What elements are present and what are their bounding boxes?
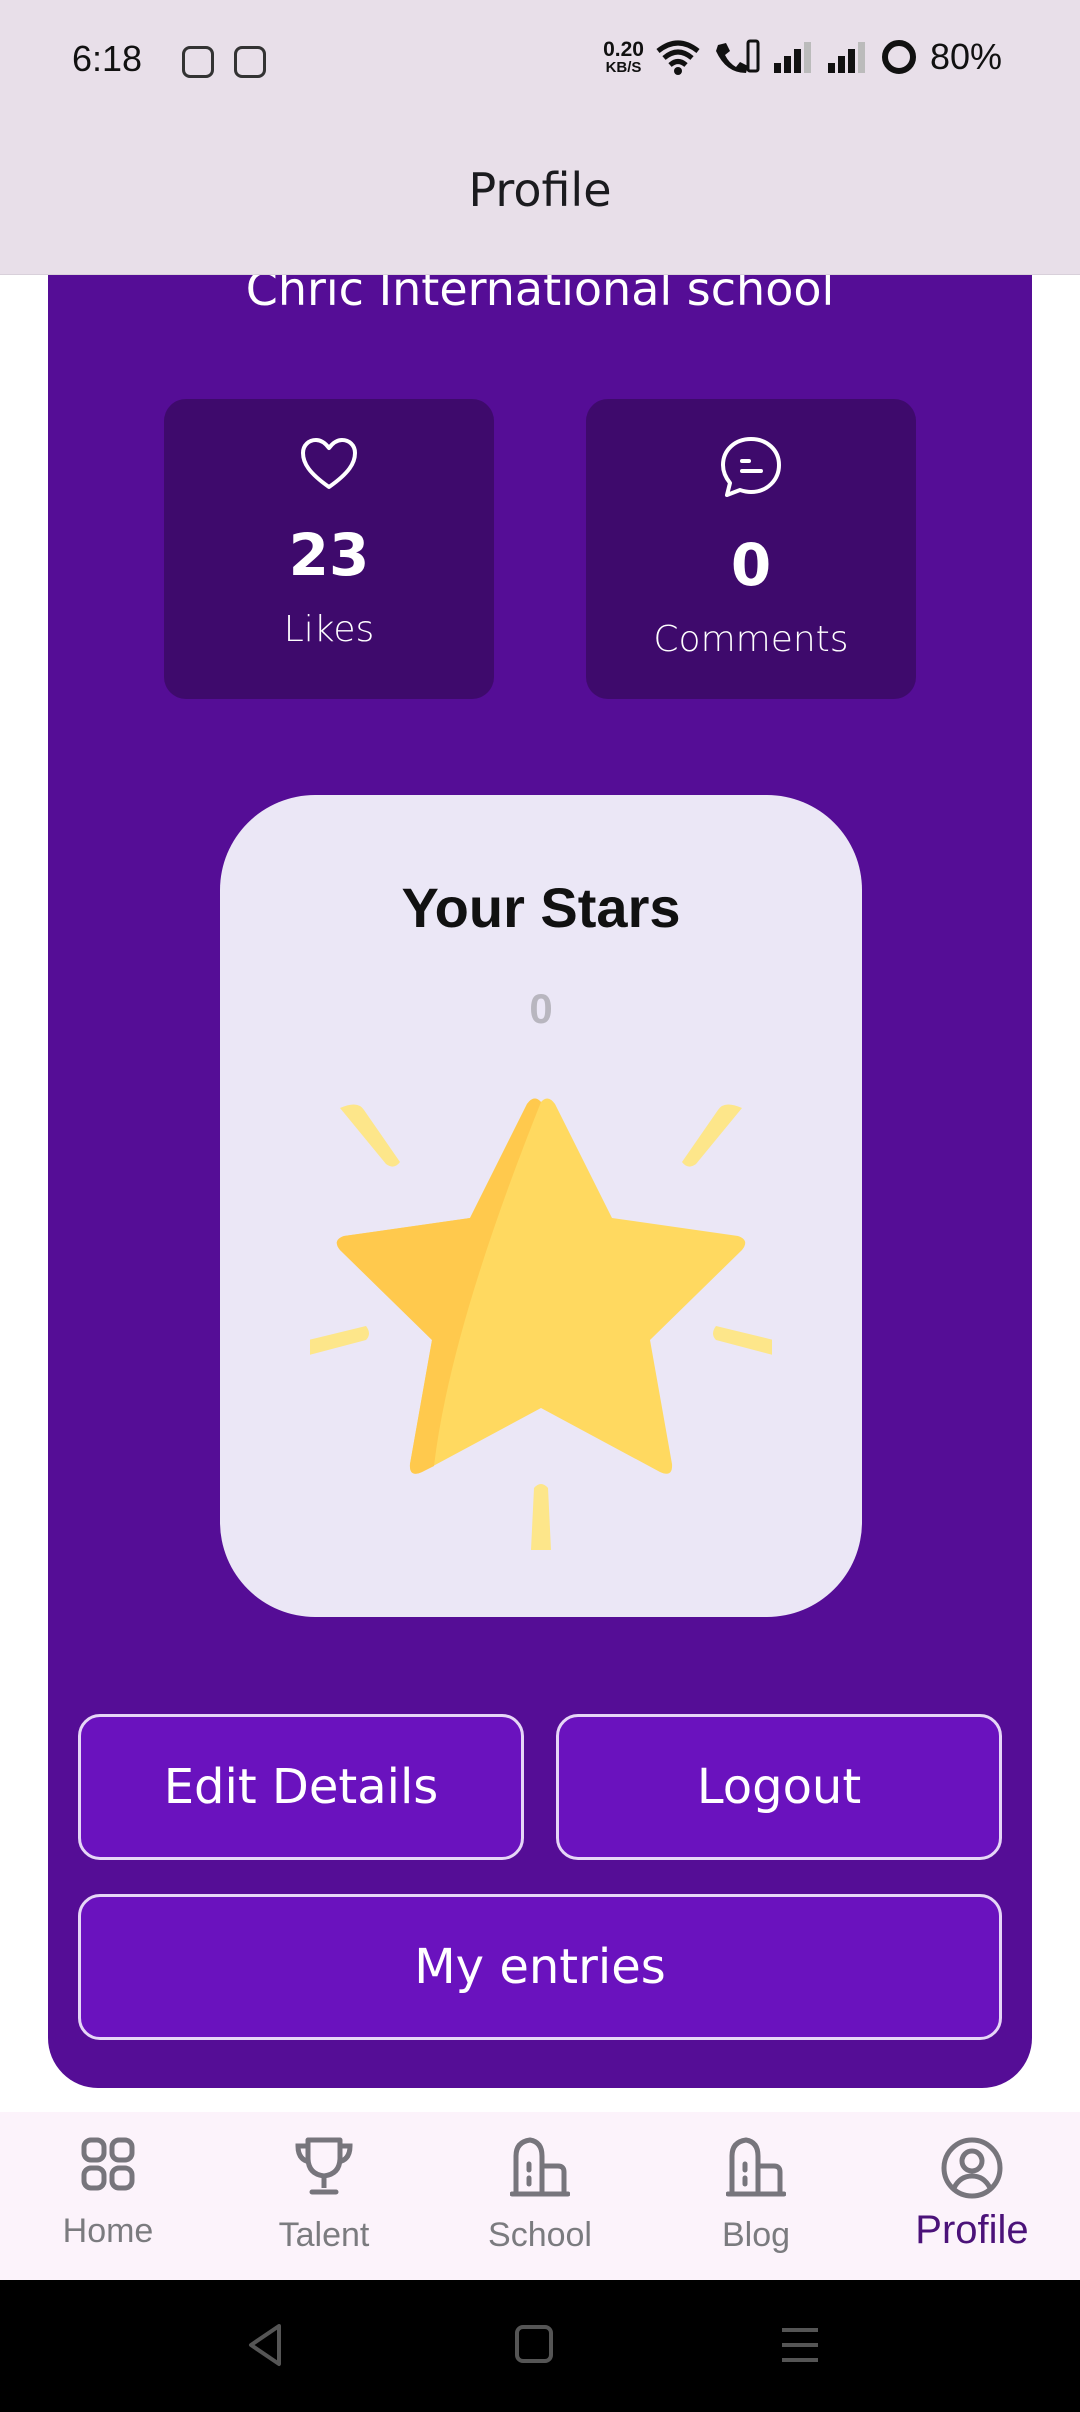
- bottom-nav: Home Talent School Blog Profile: [0, 2112, 1080, 2280]
- signal-icon: [773, 42, 811, 73]
- recents-menu-icon[interactable]: [760, 2310, 840, 2380]
- comments-count: 0: [730, 531, 772, 599]
- my-entries-button[interactable]: My entries: [78, 1894, 1002, 2040]
- nav-label: Blog: [721, 2216, 791, 2254]
- status-time: 6:18: [72, 38, 143, 79]
- nav-label: School: [488, 2216, 592, 2254]
- notification-icon: [182, 46, 214, 78]
- building-icon: [510, 2137, 570, 2197]
- likes-stat: 23 Likes: [164, 399, 494, 699]
- stars-count: 0: [529, 985, 553, 1032]
- comments-stat: 0 Comments: [586, 399, 916, 699]
- home-square-icon[interactable]: [493, 2310, 573, 2380]
- status-bar: 6:18 0.20 KB/S 80%: [0, 0, 1080, 125]
- page-title: Profile: [468, 163, 612, 217]
- wifi-icon: [656, 40, 700, 75]
- building-icon: [726, 2137, 786, 2197]
- trophy-icon: [295, 2137, 353, 2195]
- nav-label: Home: [62, 2212, 154, 2250]
- app-header: Profile: [0, 125, 1080, 275]
- comments-label: Comments: [653, 619, 849, 660]
- nav-blog[interactable]: Blog: [648, 2112, 864, 2280]
- nav-talent[interactable]: Talent: [216, 2112, 432, 2280]
- nav-profile[interactable]: Profile: [864, 2112, 1080, 2280]
- stars-title: Your Stars: [401, 876, 681, 939]
- heart-icon: [301, 438, 357, 489]
- status-icons: 0.20 KB/S 80%: [603, 36, 1002, 78]
- chat-bubble-icon: [721, 437, 781, 497]
- nav-home[interactable]: Home: [0, 2112, 216, 2280]
- nav-school[interactable]: School: [432, 2112, 648, 2280]
- account-circle-icon: [941, 2137, 1003, 2199]
- likes-label: Likes: [283, 609, 375, 650]
- likes-count: 23: [288, 521, 370, 589]
- battery-percent: 80%: [929, 36, 1002, 77]
- battery-ring-icon: [881, 40, 916, 74]
- signal-icon: [827, 42, 865, 73]
- grid-icon: [81, 2137, 135, 2191]
- network-speed: 0.20 KB/S: [603, 38, 644, 76]
- stars-card: Your Stars 0: [220, 795, 862, 1617]
- system-nav-bar: [0, 2280, 1080, 2412]
- notification-icon: [234, 46, 266, 78]
- star-icon: [310, 1098, 772, 1550]
- back-icon[interactable]: [225, 2310, 305, 2380]
- nav-label: Talent: [278, 2216, 370, 2254]
- edit-details-button[interactable]: Edit Details: [78, 1714, 524, 1860]
- volte-call-icon: [715, 39, 760, 73]
- profile-card: Chric International school 23 Likes 0 Co…: [48, 200, 1032, 2088]
- nav-label: Profile: [915, 2208, 1029, 2252]
- logout-button[interactable]: Logout: [556, 1714, 1002, 1860]
